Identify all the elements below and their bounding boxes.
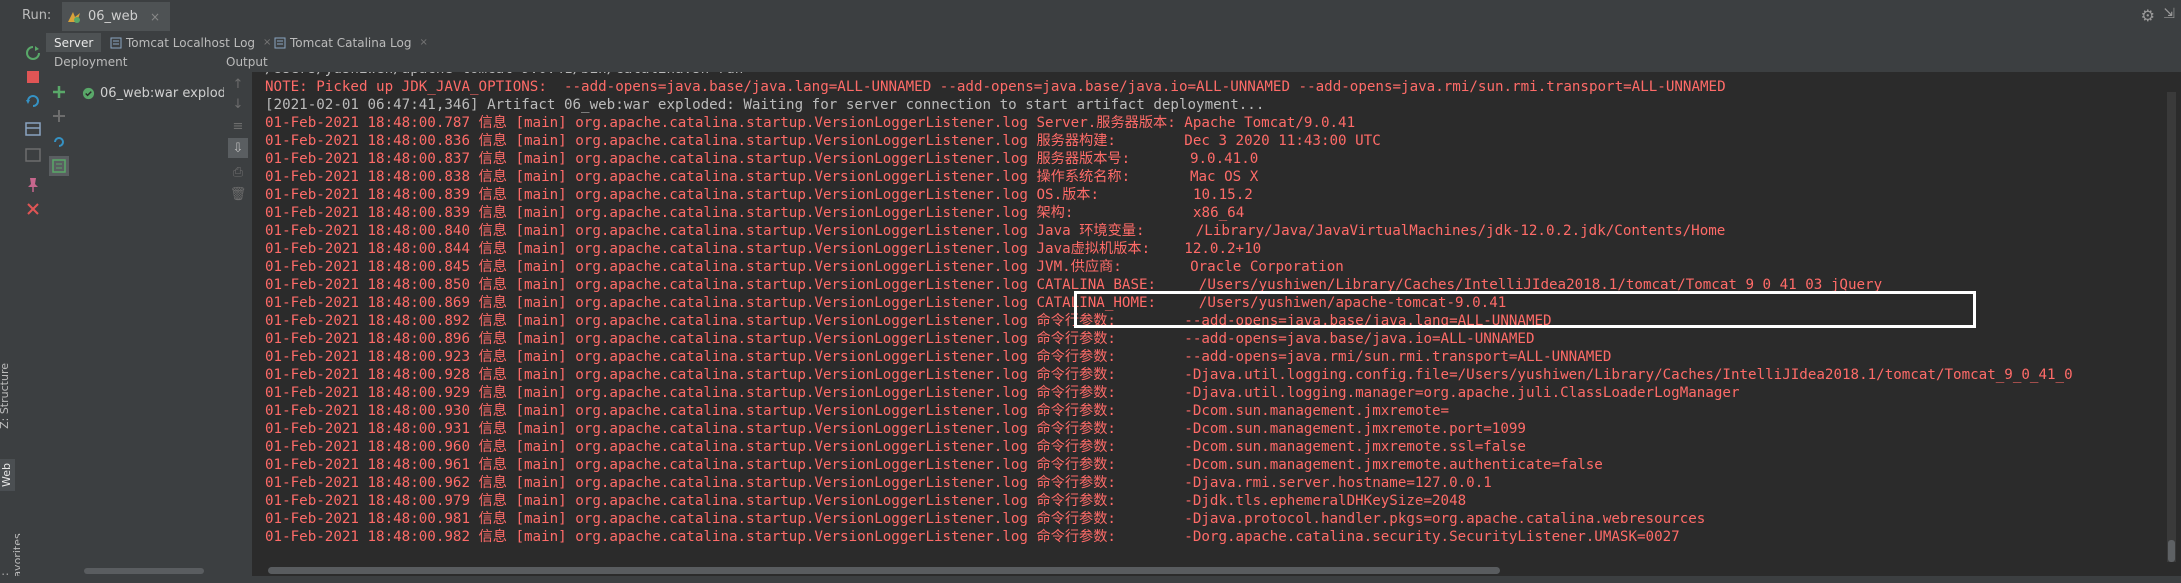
- run-actions-toolbar: [20, 33, 47, 583]
- console-line: 01-Feb-2021 18:48:00.840 信息 [main] org.a…: [265, 223, 1726, 239]
- clear-all-icon[interactable]: 🗑: [228, 184, 248, 204]
- log-file-icon: [274, 37, 286, 48]
- tab-server[interactable]: Server: [46, 33, 102, 52]
- soft-wrap-icon[interactable]: ≡: [228, 116, 248, 136]
- console-line: 01-Feb-2021 18:48:00.962 信息 [main] org.a…: [265, 475, 1492, 491]
- console-horizontal-scroll-thumb[interactable]: [268, 567, 1500, 574]
- console-line: 01-Feb-2021 18:48:00.836 信息 [main] org.a…: [265, 133, 1381, 149]
- console-line: 01-Feb-2021 18:48:00.923 信息 [main] org.a…: [265, 349, 1612, 365]
- rerun-icon[interactable]: [23, 43, 43, 63]
- console-line: 01-Feb-2021 18:48:00.839 信息 [main] org.a…: [265, 205, 1245, 221]
- log-file-icon: [110, 37, 122, 48]
- console-vertical-scrollbar[interactable]: [2167, 92, 2176, 562]
- console-line: 01-Feb-2021 18:48:00.961 信息 [main] org.a…: [265, 457, 1603, 473]
- console-line: 01-Feb-2021 18:48:00.837 信息 [main] org.a…: [265, 151, 1259, 167]
- console-vertical-scroll-thumb[interactable]: [2168, 540, 2175, 562]
- console-line: 01-Feb-2021 18:48:00.928 信息 [main] org.a…: [265, 367, 2073, 383]
- close-run-icon[interactable]: [23, 199, 43, 219]
- run-label: Run:: [22, 8, 52, 23]
- hide-panel-icon[interactable]: ⇲: [2163, 6, 2175, 22]
- console-line: NOTE: Picked up JDK_JAVA_OPTIONS: --add-…: [265, 79, 1726, 95]
- console-line: 01-Feb-2021 18:48:00.931 信息 [main] org.a…: [265, 421, 1526, 437]
- deployment-scrollbar[interactable]: [84, 568, 204, 574]
- highlight-annotation: [1074, 291, 1976, 328]
- deployment-artifact-label: 06_web:war exploded: [100, 86, 243, 101]
- undeploy-icon[interactable]: [49, 106, 69, 126]
- console-line: 01-Feb-2021 18:48:00.981 信息 [main] org.a…: [265, 511, 1706, 527]
- deployment-artifact[interactable]: 06_web:war exploded: [82, 86, 242, 101]
- print-icon[interactable]: ⎙: [228, 162, 248, 182]
- console-line: 01-Feb-2021 18:48:00.839 信息 [main] org.a…: [265, 187, 1253, 203]
- console-line: 01-Feb-2021 18:48:00.982 信息 [main] org.a…: [265, 529, 1680, 545]
- run-toolbar: [0, 0, 2181, 34]
- scroll-to-end-icon[interactable]: ⇩: [228, 138, 248, 158]
- web-tool-tab[interactable]: Web: [0, 459, 15, 491]
- console-line: [2021-02-01 06:47:41,346] Artifact 06_we…: [265, 97, 1265, 113]
- console-line: 01-Feb-2021 18:48:00.929 信息 [main] org.a…: [265, 385, 1740, 401]
- layout-icon[interactable]: [23, 119, 43, 139]
- pin-icon[interactable]: [23, 175, 43, 195]
- dump-threads-icon[interactable]: [23, 145, 43, 165]
- run-config-tab[interactable]: 06_web ×: [62, 2, 170, 31]
- console-line: 01-Feb-2021 18:48:00.844 信息 [main] org.a…: [265, 241, 1262, 257]
- console-line: 01-Feb-2021 18:48:00.930 信息 [main] org.a…: [265, 403, 1450, 419]
- show-details-icon[interactable]: [49, 156, 69, 176]
- console-toolbar: ↑ ↓ ≡ ⇩ ⎙ 🗑: [224, 72, 253, 583]
- deployed-check-icon: [82, 87, 95, 100]
- server-tabs: Server Tomcat Localhost Log × Tomcat Cat…: [46, 33, 2181, 52]
- status-bar: [0, 576, 2181, 583]
- deployment-panel: Deployment 06_web:war exploded: [46, 52, 242, 583]
- close-icon[interactable]: ×: [419, 37, 427, 48]
- console-line: 01-Feb-2021 18:48:00.787 信息 [main] org.a…: [265, 115, 1356, 131]
- stop-icon[interactable]: [23, 67, 43, 87]
- console-line: 01-Feb-2021 18:48:00.845 信息 [main] org.a…: [265, 259, 1344, 275]
- redeploy-icon[interactable]: [49, 132, 69, 152]
- output-header: Output: [224, 52, 2181, 72]
- gear-icon[interactable]: ⚙: [2141, 6, 2155, 25]
- tab-tomcat-catalina-log[interactable]: Tomcat Catalina Log ×: [268, 33, 434, 52]
- tomcat-icon: [68, 11, 80, 23]
- console-line: 01-Feb-2021 18:48:00.838 信息 [main] org.a…: [265, 169, 1259, 185]
- deployment-toolbar: [46, 72, 72, 583]
- console-line: 01-Feb-2021 18:48:00.979 信息 [main] org.a…: [265, 493, 1467, 509]
- tab-tomcat-localhost-log[interactable]: Tomcat Localhost Log ×: [104, 33, 277, 52]
- close-icon[interactable]: ×: [150, 10, 160, 24]
- deploy-all-icon[interactable]: [49, 82, 69, 102]
- up-stack-icon[interactable]: ↑: [228, 74, 248, 94]
- update-icon[interactable]: [23, 91, 43, 111]
- console-line: 01-Feb-2021 18:48:00.960 信息 [main] org.a…: [265, 439, 1526, 455]
- deployment-header: Deployment: [54, 55, 128, 69]
- console-line: 01-Feb-2021 18:48:00.896 信息 [main] org.a…: [265, 331, 1535, 347]
- down-stack-icon[interactable]: ↓: [228, 94, 248, 114]
- tool-window-strip: Z: Structure Web 2: Favorites: [0, 33, 24, 583]
- structure-tool-tab[interactable]: Z: Structure: [0, 363, 11, 429]
- run-tab-title: 06_web: [88, 9, 138, 24]
